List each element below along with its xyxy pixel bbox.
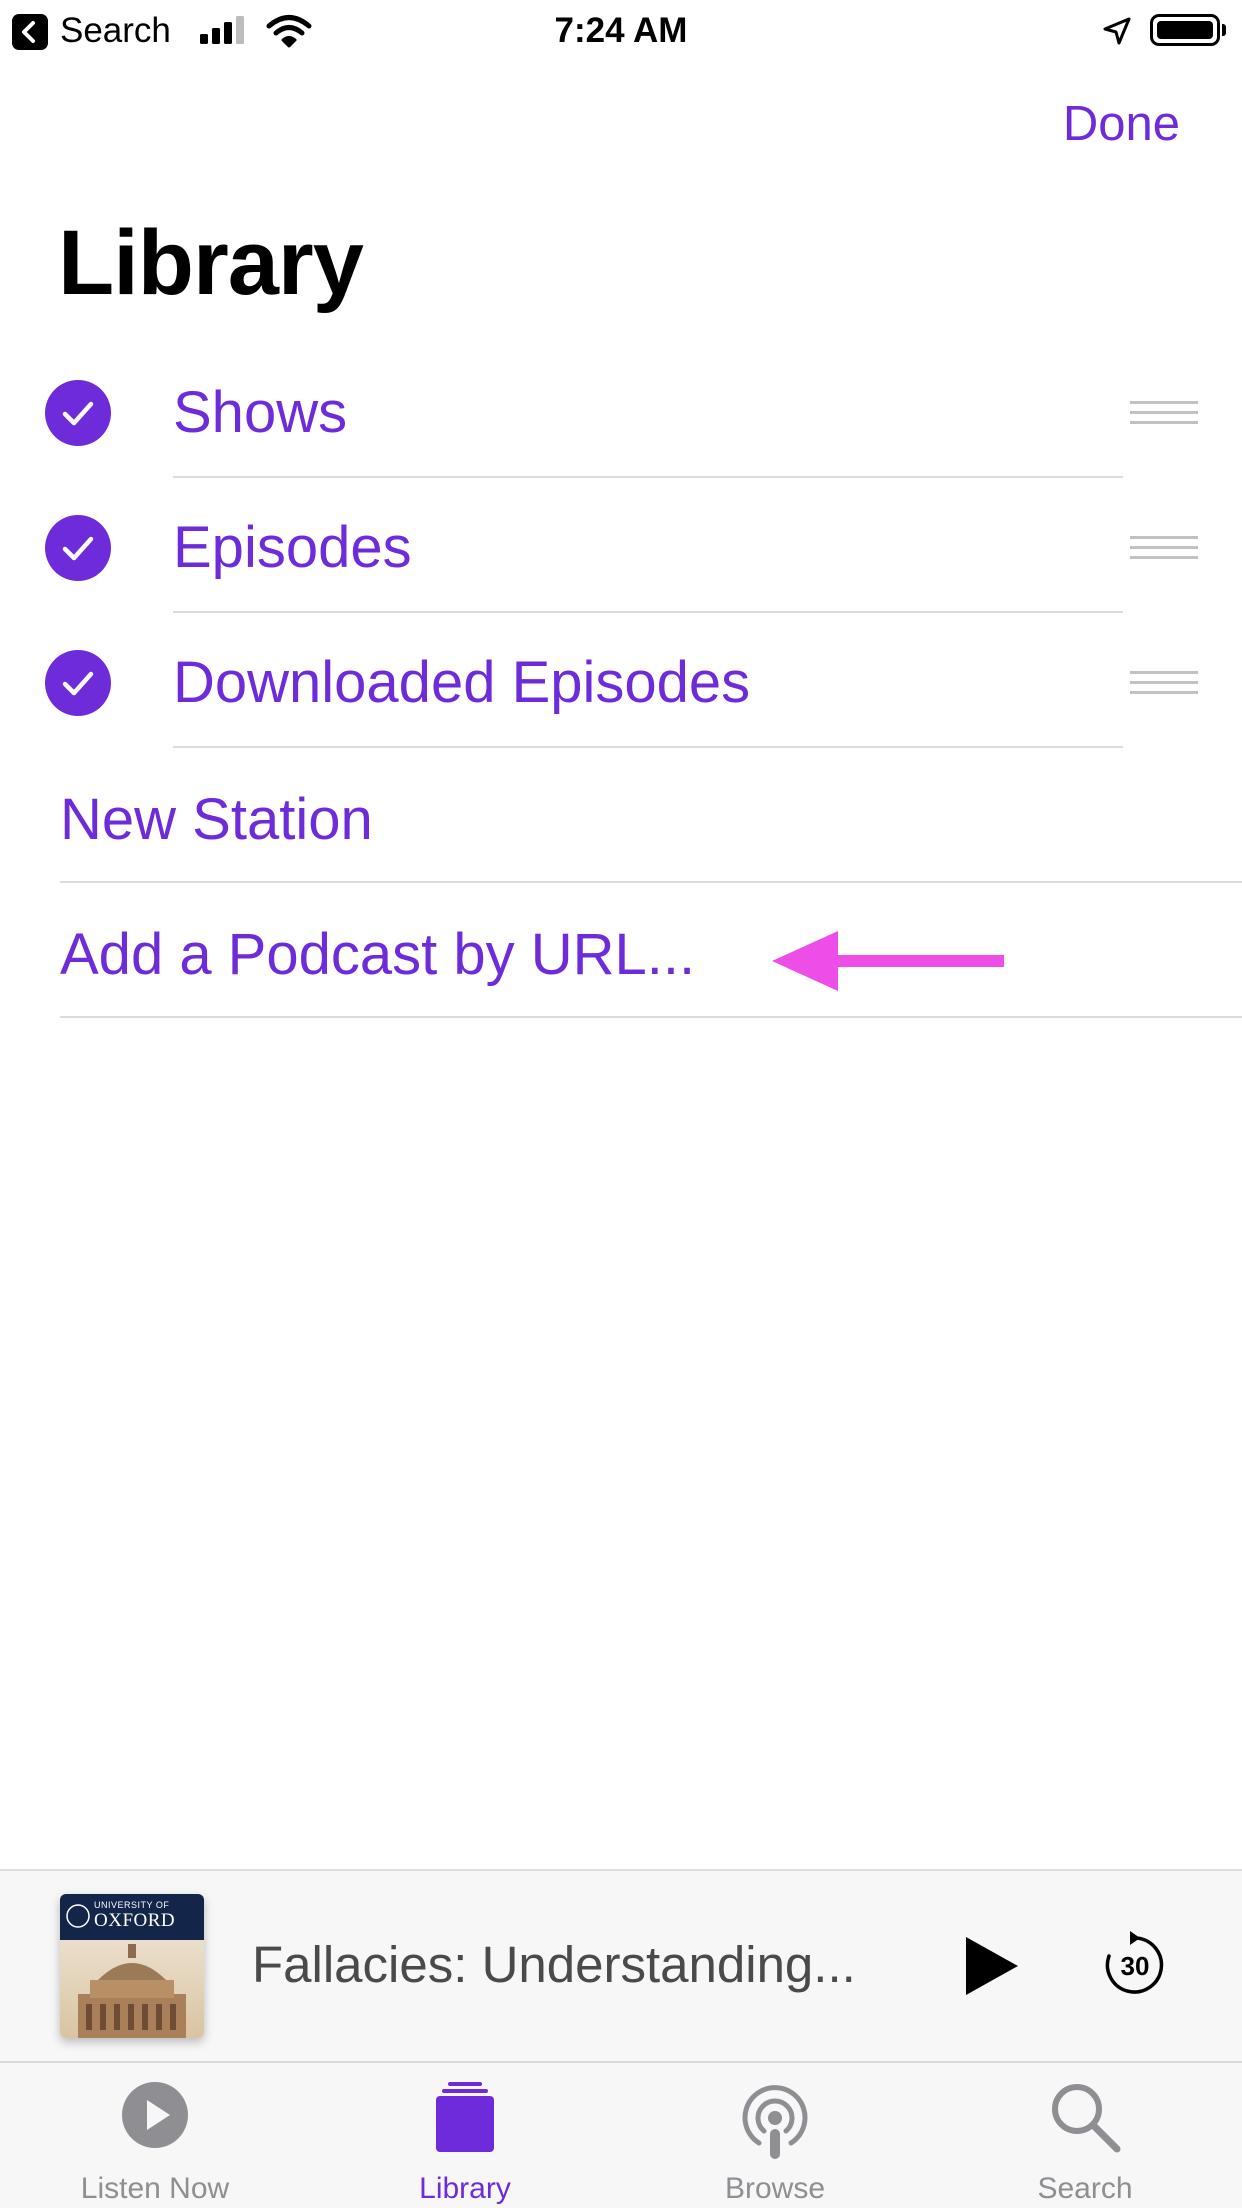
magnifier-icon xyxy=(1052,2084,1121,2153)
checkmark-circle-icon[interactable] xyxy=(45,515,111,581)
status-time: 7:24 AM xyxy=(554,11,688,50)
page-title: Library xyxy=(58,212,364,314)
library-row-episodes[interactable]: Episodes xyxy=(0,480,1242,614)
row-separator xyxy=(60,881,1242,883)
play-icon[interactable] xyxy=(962,1934,1022,1998)
skip-forward-30-button[interactable]: 30 xyxy=(1100,1930,1170,2000)
checkmark-circle-icon[interactable] xyxy=(45,650,111,716)
reorder-handle-icon[interactable] xyxy=(1130,671,1198,695)
reorder-handle-icon[interactable] xyxy=(1130,401,1198,425)
checkmark-circle-icon[interactable] xyxy=(45,380,111,446)
podcast-artwork[interactable]: UNIVERSITY OF OXFORD xyxy=(60,1894,204,2038)
tab-label: Search xyxy=(1037,2172,1133,2205)
battery-icon xyxy=(1150,14,1220,46)
now-playing-title[interactable]: Fallacies: Understanding... xyxy=(252,1934,856,1996)
new-station-button[interactable]: New Station xyxy=(60,785,373,855)
library-row-label: Episodes xyxy=(173,515,412,580)
tab-label: Listen Now xyxy=(80,2172,230,2205)
tab-label: Library xyxy=(419,2172,511,2205)
reorder-handle-icon[interactable] xyxy=(1130,536,1198,560)
tab-label: Browse xyxy=(724,2172,826,2205)
tab-browse[interactable]: Browse xyxy=(620,2061,930,2208)
row-separator xyxy=(173,746,1123,748)
row-separator xyxy=(60,1016,1242,1018)
add-podcast-by-url-button[interactable]: Add a Podcast by URL... xyxy=(60,920,695,990)
artwork-top-line: UNIVERSITY OF xyxy=(94,1900,170,1910)
tab-listen-now[interactable]: Listen Now xyxy=(0,2061,310,2208)
library-row-shows[interactable]: Shows xyxy=(0,345,1242,479)
library-row-label: Downloaded Episodes xyxy=(173,650,751,715)
podcast-antenna-icon xyxy=(742,2085,808,2159)
location-arrow-icon xyxy=(1103,17,1131,45)
library-stack-icon xyxy=(436,2082,494,2152)
done-button[interactable]: Done xyxy=(1063,94,1180,154)
artwork-name: OXFORD xyxy=(94,1910,176,1931)
tab-library[interactable]: Library xyxy=(310,2061,620,2208)
skip-seconds-label: 30 xyxy=(1120,1951,1150,1981)
annotation-arrow xyxy=(772,931,1004,991)
library-row-label: Shows xyxy=(173,380,348,445)
play-circle-icon xyxy=(122,2082,188,2148)
row-separator xyxy=(173,611,1123,613)
status-bar: Search 7:24 AM xyxy=(0,0,1242,62)
row-separator xyxy=(173,476,1123,478)
library-row-downloaded-episodes[interactable]: Downloaded Episodes xyxy=(0,615,1242,749)
tab-search[interactable]: Search xyxy=(930,2061,1240,2208)
